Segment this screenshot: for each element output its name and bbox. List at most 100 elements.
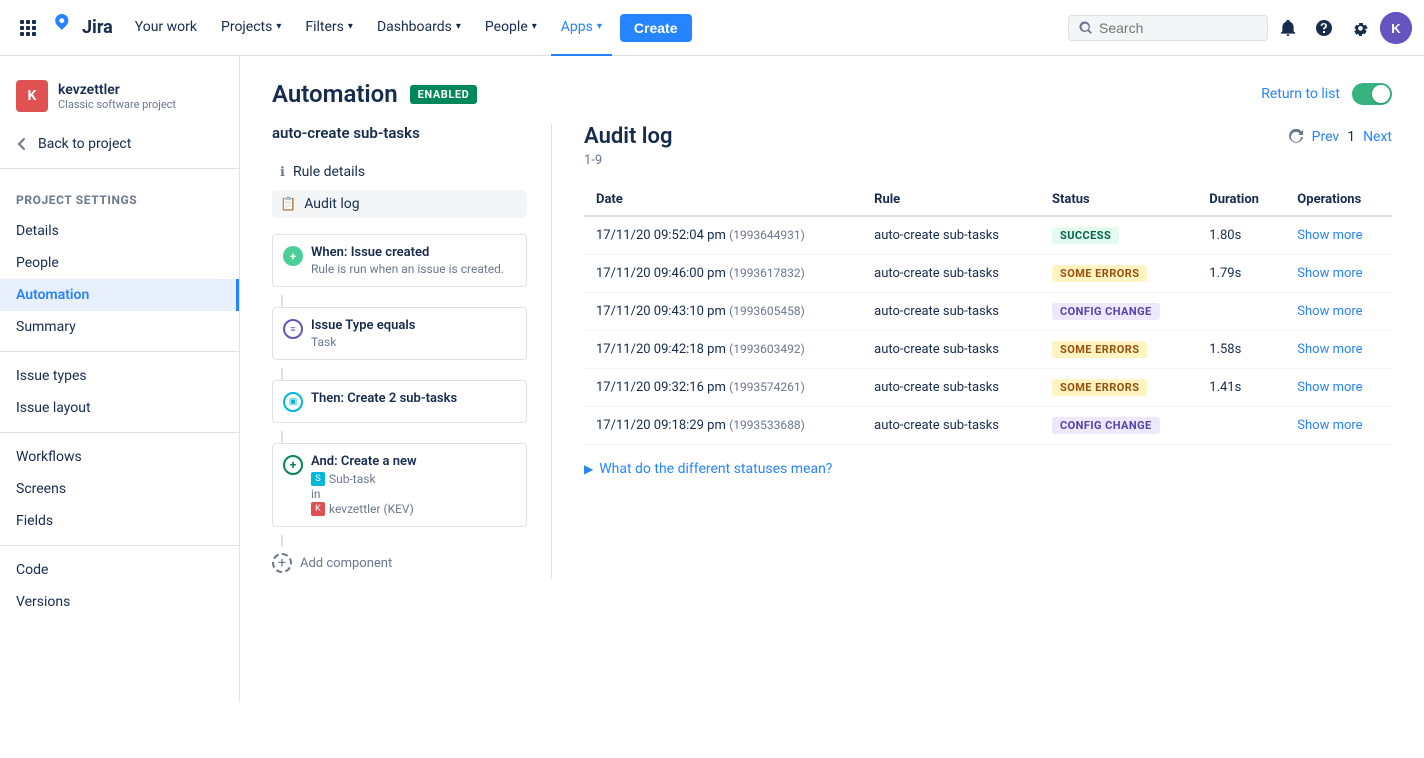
show-more-link[interactable]: Show more xyxy=(1297,380,1362,395)
rule-step-action2[interactable]: + And: Create a new S Sub-task in K kevz… xyxy=(272,443,527,527)
back-to-project[interactable]: Back to project xyxy=(0,128,239,160)
chevron-down-icon: ▾ xyxy=(597,21,602,32)
show-more-link[interactable]: Show more xyxy=(1297,418,1362,433)
chevron-down-icon: ▾ xyxy=(532,21,537,32)
avatar[interactable]: K xyxy=(1380,12,1412,44)
table-row: 17/11/20 09:42:18 pm (1993603492) auto-c… xyxy=(584,331,1392,369)
row-date: 17/11/20 09:52:04 pm xyxy=(596,228,726,243)
audit-log-title: Audit log xyxy=(584,124,672,149)
rule-nav-details[interactable]: ℹ Rule details xyxy=(272,158,527,186)
rule-step-condition[interactable]: ≡ Issue Type equals Task xyxy=(272,307,527,360)
step-action2-in: in xyxy=(311,487,417,501)
rule-name: auto-create sub-tasks xyxy=(272,124,527,142)
rule-step-trigger[interactable]: + When: Issue created Rule is run when a… xyxy=(272,234,527,287)
table-row: 17/11/20 09:18:29 pm (1993533688) auto-c… xyxy=(584,407,1392,445)
back-icon xyxy=(16,137,30,151)
grid-icon[interactable] xyxy=(12,12,44,44)
step-action2-project: kevzettler (KEV) xyxy=(329,502,414,516)
show-more-link[interactable]: Show more xyxy=(1297,228,1362,243)
sidebar-item-details[interactable]: Details xyxy=(0,215,239,247)
row-date-id: (1993617832) xyxy=(729,266,805,280)
return-to-list-link[interactable]: Return to list xyxy=(1261,86,1340,102)
show-more-link[interactable]: Show more xyxy=(1297,266,1362,281)
nav-item-your-work[interactable]: Your work xyxy=(125,0,207,56)
audit-icon: 📋 xyxy=(280,197,296,212)
row-date-id: (1993605458) xyxy=(729,304,805,318)
col-date: Date xyxy=(584,184,862,216)
pagination-next[interactable]: Next xyxy=(1363,129,1392,145)
step-action2-title: And: Create a new xyxy=(311,454,417,469)
nav-item-people[interactable]: People ▾ xyxy=(475,0,547,56)
pagination-prev[interactable]: Prev xyxy=(1312,129,1340,145)
sidebar-project: K kevzettler Classic software project xyxy=(0,72,239,128)
row-date: 17/11/20 09:18:29 pm xyxy=(596,418,726,433)
sidebar-item-versions[interactable]: Versions xyxy=(0,586,239,618)
sidebar-item-issue-layout[interactable]: Issue layout xyxy=(0,392,239,424)
rule-step-action1[interactable]: ▣ Then: Create 2 sub-tasks xyxy=(272,380,527,423)
col-rule: Rule xyxy=(862,184,1040,216)
row-rule: auto-create sub-tasks xyxy=(874,418,999,433)
chevron-right-icon: ▶ xyxy=(584,462,593,476)
help-button[interactable] xyxy=(1308,12,1340,44)
search-input[interactable] xyxy=(1099,20,1239,36)
sidebar-item-screens[interactable]: Screens xyxy=(0,473,239,505)
col-status: Status xyxy=(1040,184,1197,216)
pagination-page: 1 xyxy=(1347,129,1355,145)
settings-button[interactable] xyxy=(1344,12,1376,44)
automation-title: Automation xyxy=(272,80,398,108)
search-icon xyxy=(1079,21,1093,35)
status-help[interactable]: ▶ What do the different statuses mean? xyxy=(584,461,1392,477)
toggle-switch[interactable] xyxy=(1352,83,1392,105)
sidebar: K kevzettler Classic software project Ba… xyxy=(0,56,240,702)
status-badge: CONFIG CHANGE xyxy=(1052,417,1160,434)
sidebar-item-summary[interactable]: Summary xyxy=(0,311,239,343)
top-nav: Jira Your work Projects ▾ Filters ▾ Dash… xyxy=(0,0,1424,56)
status-badge: SOME ERRORS xyxy=(1052,379,1147,396)
table-row: 17/11/20 09:32:16 pm (1993574261) auto-c… xyxy=(584,369,1392,407)
sidebar-item-fields[interactable]: Fields xyxy=(0,505,239,537)
step-condition-subtitle: Task xyxy=(311,335,415,349)
row-date: 17/11/20 09:46:00 pm xyxy=(596,266,726,281)
row-rule: auto-create sub-tasks xyxy=(874,342,999,357)
app-layout: K kevzettler Classic software project Ba… xyxy=(0,56,1424,702)
col-operations: Operations xyxy=(1285,184,1392,216)
search-box[interactable] xyxy=(1068,15,1268,41)
show-more-link[interactable]: Show more xyxy=(1297,304,1362,319)
sidebar-item-automation[interactable]: Automation xyxy=(0,279,239,311)
nav-item-projects[interactable]: Projects ▾ xyxy=(211,0,291,56)
sidebar-item-issue-types[interactable]: Issue types xyxy=(0,360,239,392)
table-row: 17/11/20 09:43:10 pm (1993605458) auto-c… xyxy=(584,293,1392,331)
audit-table: Date Rule Status Duration Operations 17/… xyxy=(584,184,1392,445)
chevron-down-icon: ▾ xyxy=(456,21,461,32)
col-duration: Duration xyxy=(1197,184,1285,216)
step-trigger-title: When: Issue created xyxy=(311,245,504,260)
enabled-badge: ENABLED xyxy=(410,85,478,104)
row-rule: auto-create sub-tasks xyxy=(874,266,999,281)
chevron-down-icon: ▾ xyxy=(276,21,281,32)
notifications-button[interactable] xyxy=(1272,12,1304,44)
add-component[interactable]: + Add component xyxy=(272,547,527,579)
sidebar-item-workflows[interactable]: Workflows xyxy=(0,441,239,473)
row-rule: auto-create sub-tasks xyxy=(874,304,999,319)
row-date-id: (1993574261) xyxy=(729,380,805,394)
project-name: kevzettler xyxy=(58,82,176,98)
row-date: 17/11/20 09:43:10 pm xyxy=(596,304,726,319)
create-button[interactable]: Create xyxy=(620,14,692,42)
audit-range: 1-9 xyxy=(584,153,1392,168)
table-row: 17/11/20 09:52:04 pm (1993644931) auto-c… xyxy=(584,216,1392,255)
show-more-link[interactable]: Show more xyxy=(1297,342,1362,357)
table-row: 17/11/20 09:46:00 pm (1993617832) auto-c… xyxy=(584,255,1392,293)
nav-logo[interactable]: Jira xyxy=(48,14,113,42)
project-settings-label: Project settings xyxy=(0,177,239,215)
row-rule: auto-create sub-tasks xyxy=(874,380,999,395)
nav-item-dashboards[interactable]: Dashboards ▾ xyxy=(367,0,471,56)
sidebar-item-code[interactable]: Code xyxy=(0,554,239,586)
nav-item-apps[interactable]: Apps ▾ xyxy=(551,0,612,56)
sidebar-item-people[interactable]: People xyxy=(0,247,239,279)
nav-item-filters[interactable]: Filters ▾ xyxy=(295,0,363,56)
row-duration: 1.58s xyxy=(1209,342,1241,357)
row-duration: 1.79s xyxy=(1209,266,1241,281)
row-duration: 1.80s xyxy=(1209,228,1241,243)
refresh-icon[interactable] xyxy=(1288,129,1304,145)
rule-nav-audit-log[interactable]: 📋 Audit log xyxy=(272,190,527,218)
